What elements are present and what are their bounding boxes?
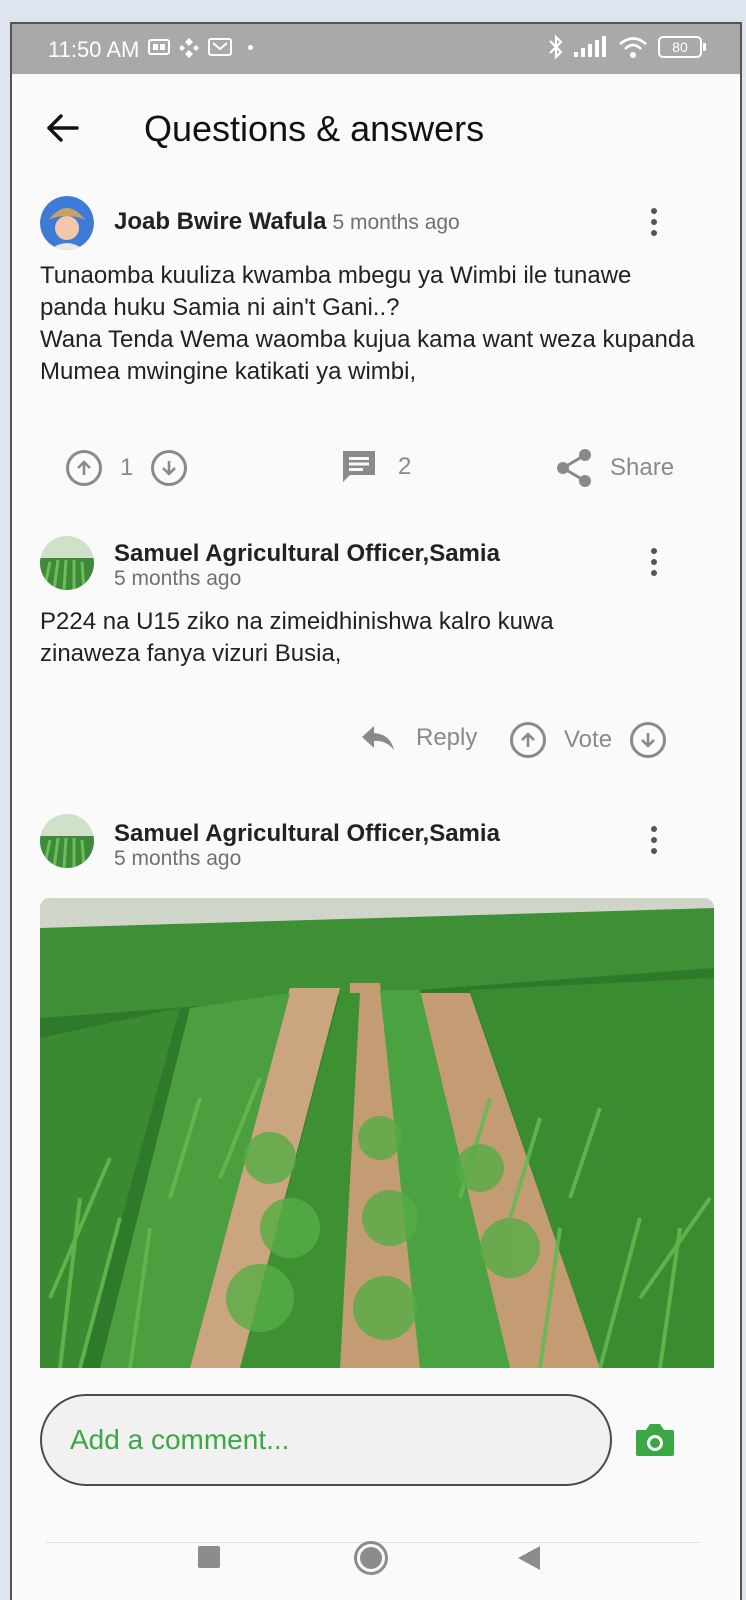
home-button[interactable]	[354, 1541, 388, 1575]
farmer-avatar-icon	[40, 196, 94, 250]
camera-button[interactable]	[634, 1420, 676, 1460]
reply-label: Reply	[416, 724, 478, 751]
reply-button[interactable]: Reply	[360, 722, 477, 754]
bluetooth-icon	[549, 34, 563, 60]
avatar[interactable]	[40, 536, 94, 590]
comments-button[interactable]: 2	[340, 448, 411, 486]
comment-count: 2	[398, 453, 412, 480]
answer-photo[interactable]	[40, 898, 714, 1368]
home-icon	[360, 1547, 382, 1569]
crop-field-avatar-icon	[40, 536, 94, 590]
answer-author[interactable]: Samuel Agricultural Officer,Samia	[114, 820, 500, 848]
app-bar: Questions & answers	[12, 74, 740, 182]
comment-input[interactable]	[40, 1394, 612, 1486]
crop-field-photo	[40, 898, 714, 1368]
battery-icon: 80	[658, 36, 706, 58]
camera-icon	[636, 1424, 674, 1456]
upvote-button[interactable]	[66, 450, 102, 486]
more-dot	[651, 208, 657, 214]
downvote-button[interactable]	[630, 722, 667, 758]
answer-text: P224 na U15 ziko na zimeidhinishwa kalro…	[40, 608, 554, 667]
answer-vote-controls: Vote	[510, 722, 667, 758]
question-author[interactable]: Joab Bwire Wafula 5 months ago	[114, 208, 460, 236]
arrow-up-icon	[521, 732, 535, 747]
share-button[interactable]: Share	[556, 448, 674, 488]
status-dot	[248, 44, 253, 50]
vote-count: 1	[120, 454, 134, 481]
phone-screen: 11:50 AM 80 Questions & answers Joab Bwi…	[10, 22, 742, 1600]
more-dot	[651, 230, 657, 236]
question-vote-controls: 1	[66, 450, 188, 486]
more-dot	[651, 826, 657, 832]
more-dot	[651, 848, 657, 854]
back-button[interactable]	[38, 104, 86, 152]
share-icon	[557, 449, 591, 487]
signal-icon	[574, 36, 606, 57]
reply-icon	[362, 726, 394, 750]
more-dot	[651, 548, 657, 554]
arrow-down-icon	[641, 733, 655, 748]
more-dot	[651, 570, 657, 576]
answer-time: 5 months ago	[114, 847, 242, 870]
answer-more-button[interactable]	[636, 818, 672, 862]
answer-time: 5 months ago	[114, 567, 242, 590]
answer-author[interactable]: Samuel Agricultural Officer,Samia	[114, 540, 500, 568]
status-bar: 11:50 AM 80	[12, 24, 740, 74]
arrow-down-icon	[162, 461, 177, 476]
answer-more-button[interactable]	[636, 540, 672, 584]
upvote-button[interactable]	[510, 722, 546, 758]
more-dot	[651, 559, 657, 565]
nav-back-button[interactable]	[518, 1546, 540, 1570]
more-dot	[651, 837, 657, 843]
wifi-icon	[619, 37, 647, 58]
more-dot	[651, 219, 657, 225]
sim-icon	[148, 39, 170, 55]
question-more-button[interactable]	[636, 200, 672, 244]
question-author-name[interactable]: Joab Bwire Wafula	[114, 208, 326, 235]
page-title: Questions & answers	[144, 108, 485, 149]
sim-card-icon	[208, 38, 232, 56]
avatar[interactable]	[40, 196, 94, 250]
avatar[interactable]	[40, 814, 94, 868]
status-icons: 80	[548, 34, 706, 60]
share-label: Share	[610, 454, 675, 481]
crop-field-avatar-icon	[40, 814, 94, 868]
notification-icons	[148, 36, 253, 58]
question-time: 5 months ago	[332, 211, 460, 234]
system-nav-bar	[12, 1541, 740, 1600]
arrow-up-icon	[77, 460, 91, 475]
binance-icon	[179, 38, 199, 58]
vote-label: Vote	[564, 726, 613, 753]
downvote-button[interactable]	[151, 450, 188, 486]
arrow-back-icon	[47, 114, 79, 142]
status-time: 11:50 AM	[48, 37, 140, 62]
question-text: Tunaomba kuuliza kwamba mbegu ya Wimbi i…	[40, 262, 695, 385]
recents-button[interactable]	[198, 1546, 220, 1568]
comment-icon	[343, 451, 375, 482]
